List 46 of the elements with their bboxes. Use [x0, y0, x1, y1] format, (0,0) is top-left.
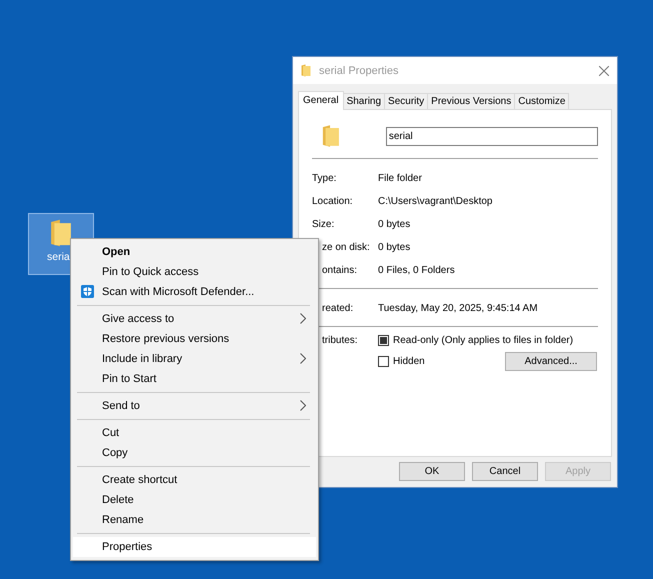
property-label: reated:	[321, 303, 354, 314]
property-label: ontains:	[321, 265, 358, 276]
checkbox-label: Hidden	[393, 356, 425, 367]
dialog-button[interactable]: OK	[399, 462, 465, 481]
menu-item[interactable]: Restore previous versions	[73, 329, 316, 349]
property-value: C:\Users\vagrant\Desktop	[378, 196, 492, 207]
icon-label: seria	[47, 251, 70, 263]
folder-icon	[301, 64, 311, 77]
menu-item[interactable]: Send to	[73, 396, 316, 416]
tab[interactable]: General	[298, 91, 344, 110]
property-label: Type:	[312, 173, 338, 184]
property-value: 0 bytes	[378, 219, 410, 230]
property-value: Tuesday, May 20, 2025, 9:45:14 AM	[378, 303, 538, 314]
chevron-right-icon	[300, 353, 306, 364]
name-field[interactable]: serial	[386, 126, 598, 146]
shield-icon	[81, 285, 94, 298]
checkbox-box[interactable]	[378, 356, 389, 367]
menu-item[interactable]: Copy	[73, 443, 316, 463]
menu-item[interactable]: Rename	[73, 510, 316, 530]
menu-item[interactable]: Delete	[73, 490, 316, 510]
close-icon[interactable]	[599, 66, 609, 76]
menu-item[interactable]: Include in library	[73, 349, 316, 369]
chevron-right-icon	[300, 313, 306, 324]
property-value: 0 Files, 0 Folders	[378, 265, 455, 276]
menu-item[interactable]: Pin to Start	[73, 369, 316, 389]
advanced-button[interactable]: Advanced...	[505, 352, 597, 371]
menu-item[interactable]: Give access to	[73, 309, 316, 329]
chevron-right-icon	[300, 400, 306, 411]
tab[interactable]: Customize	[514, 93, 570, 110]
folder-icon	[322, 124, 340, 148]
checkbox-label: Read-only (Only applies to files in folder)	[393, 335, 574, 346]
checkbox-box[interactable]	[378, 335, 389, 346]
property-label: ze on disk:	[321, 242, 371, 253]
menu-item[interactable]: Create shortcut	[73, 470, 316, 490]
menu-item[interactable]: Cut	[73, 423, 316, 443]
menu-item[interactable]: Scan with Microsoft Defender...	[73, 282, 316, 302]
property-value: File folder	[378, 173, 422, 184]
menu-item[interactable]: Properties	[73, 537, 316, 557]
window-title: serial Properties	[319, 64, 400, 76]
dialog-button[interactable]: Cancel	[472, 462, 538, 481]
checkbox[interactable]: Read-only (Only applies to files in folder)	[378, 335, 598, 346]
property-value: 0 bytes	[378, 242, 410, 253]
folder-icon	[50, 218, 72, 248]
property-label: tributes:	[321, 335, 359, 346]
property-label: Size:	[312, 219, 336, 230]
property-label: Location:	[312, 196, 354, 207]
